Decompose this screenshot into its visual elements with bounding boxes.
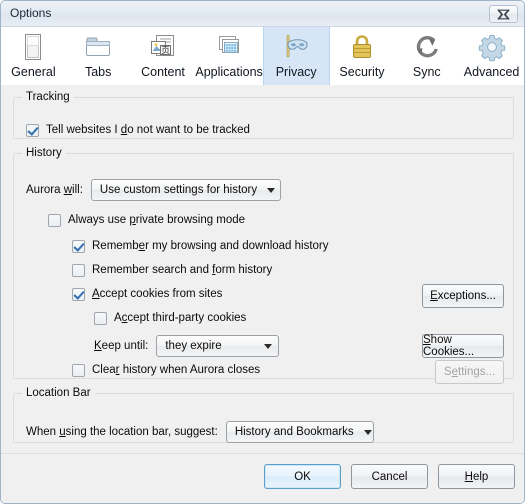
private-browsing-row[interactable]: Always use private browsing mode <box>48 213 245 227</box>
svg-text:页: 页 <box>161 46 170 56</box>
window-title: Options <box>10 6 52 20</box>
tracking-legend: Tracking <box>26 91 70 103</box>
aurora-will-row: Aurora will: Use custom settings for his… <box>26 179 281 201</box>
accept-third-party-label: Accept third-party cookies <box>114 312 247 324</box>
aurora-will-label: Aurora will: <box>26 184 83 196</box>
accept-cookies-checkbox[interactable] <box>72 287 85 301</box>
ok-button[interactable]: OK <box>264 464 341 489</box>
keep-until-label: Keep until: <box>94 340 149 352</box>
tab-label: Tabs <box>84 65 112 79</box>
clear-history-label: Clear history when Aurora closes <box>92 364 261 376</box>
gear-icon <box>475 30 509 64</box>
tab-privacy[interactable]: Privacy <box>262 27 330 85</box>
options-dialog: Options General Tabs 页 Content Applicati… <box>0 0 525 504</box>
tracking-group: Tracking Tell websites I do not want to … <box>13 91 514 139</box>
tab-security[interactable]: Security <box>329 27 395 85</box>
chevron-down-icon <box>267 187 276 193</box>
accept-cookies-row[interactable]: Accept cookies from sites <box>72 287 222 301</box>
tab-sync[interactable]: Sync <box>394 27 460 85</box>
show-cookies-button[interactable]: Show Cookies... <box>422 334 504 358</box>
privacy-mask-icon <box>279 30 313 64</box>
tab-label: Content <box>141 65 185 79</box>
help-button-label: Help <box>464 470 489 483</box>
folder-tabs-icon <box>81 30 115 64</box>
tab-label: General <box>11 65 56 79</box>
tab-tabs[interactable]: Tabs <box>65 27 131 85</box>
exceptions-button[interactable]: Exceptions... <box>422 284 504 308</box>
tab-label: Security <box>339 65 385 79</box>
aurora-will-value: Use custom settings for history <box>99 184 258 196</box>
location-bar-legend: Location Bar <box>26 387 91 399</box>
tab-general[interactable]: General <box>1 27 66 85</box>
clear-history-row[interactable]: Clear history when Aurora closes <box>72 363 260 377</box>
do-not-track-checkbox[interactable] <box>26 123 39 137</box>
title-bar: Options <box>1 1 524 27</box>
accept-third-party-checkbox[interactable] <box>94 311 107 325</box>
private-browsing-checkbox[interactable] <box>48 213 61 227</box>
cancel-button-label: Cancel <box>371 470 408 483</box>
settings-button[interactable]: Settings... <box>435 360 504 384</box>
accept-third-party-row[interactable]: Accept third-party cookies <box>94 311 246 325</box>
cancel-button[interactable]: Cancel <box>351 464 428 489</box>
location-suggest-value: History and Bookmarks <box>234 426 354 438</box>
remember-browsing-row[interactable]: Remember my browsing and download histor… <box>72 239 329 253</box>
private-browsing-label: Always use private browsing mode <box>68 214 246 226</box>
remember-search-label: Remember search and form history <box>92 264 273 276</box>
clear-history-checkbox[interactable] <box>72 363 85 377</box>
dialog-footer: OK Cancel Help <box>1 453 524 503</box>
accept-cookies-label: Accept cookies from sites <box>92 288 223 300</box>
document-page-icon <box>16 30 50 64</box>
tab-advanced[interactable]: Advanced <box>459 27 524 85</box>
remember-browsing-checkbox[interactable] <box>72 239 85 253</box>
history-legend: History <box>26 147 62 159</box>
keep-until-row: Keep until: they expire <box>94 335 280 357</box>
keep-until-dropdown[interactable]: they expire <box>156 335 280 357</box>
chevron-down-icon <box>264 343 273 349</box>
help-button[interactable]: Help <box>438 464 515 489</box>
sync-arrows-icon <box>410 30 444 64</box>
tab-label: Privacy <box>275 65 317 79</box>
remember-search-checkbox[interactable] <box>72 263 85 277</box>
keep-until-value: they expire <box>165 340 222 352</box>
location-suggest-row: When using the location bar, suggest: Hi… <box>26 421 374 443</box>
do-not-track-row[interactable]: Tell websites I do not want to be tracke… <box>26 123 250 137</box>
location-suggest-dropdown[interactable]: History and Bookmarks <box>225 421 374 443</box>
content-page-icon: 页 <box>146 30 180 64</box>
settings-button-label: Settings... <box>443 366 496 378</box>
chevron-down-icon <box>363 429 372 435</box>
tab-label: Applications <box>195 65 263 79</box>
show-cookies-button-label: Show Cookies... <box>423 334 475 358</box>
history-group: History Aurora will: Use custom settings… <box>13 147 514 384</box>
tab-label: Advanced <box>463 65 520 79</box>
location-bar-group: Location Bar When using the location bar… <box>13 387 514 443</box>
privacy-panel: Tracking Tell websites I do not want to … <box>1 85 524 453</box>
tab-label: Sync <box>412 65 441 79</box>
aurora-will-dropdown[interactable]: Use custom settings for history <box>90 179 281 201</box>
do-not-track-label: Tell websites I do not want to be tracke… <box>46 124 250 136</box>
remember-browsing-label: Remember my browsing and download histor… <box>92 240 329 252</box>
tab-content[interactable]: 页 Content <box>130 27 196 85</box>
ok-button-label: OK <box>294 470 311 483</box>
tab-applications[interactable]: Applications <box>195 27 263 85</box>
remember-search-row[interactable]: Remember search and form history <box>72 263 272 277</box>
applications-icon <box>212 30 246 64</box>
close-icon[interactable] <box>489 5 518 23</box>
padlock-icon <box>345 30 379 64</box>
exceptions-button-label: Exceptions... <box>430 290 496 302</box>
preferences-tab-strip: General Tabs 页 Content Applications Priv… <box>1 27 524 85</box>
location-suggest-label: When using the location bar, suggest: <box>26 426 218 438</box>
